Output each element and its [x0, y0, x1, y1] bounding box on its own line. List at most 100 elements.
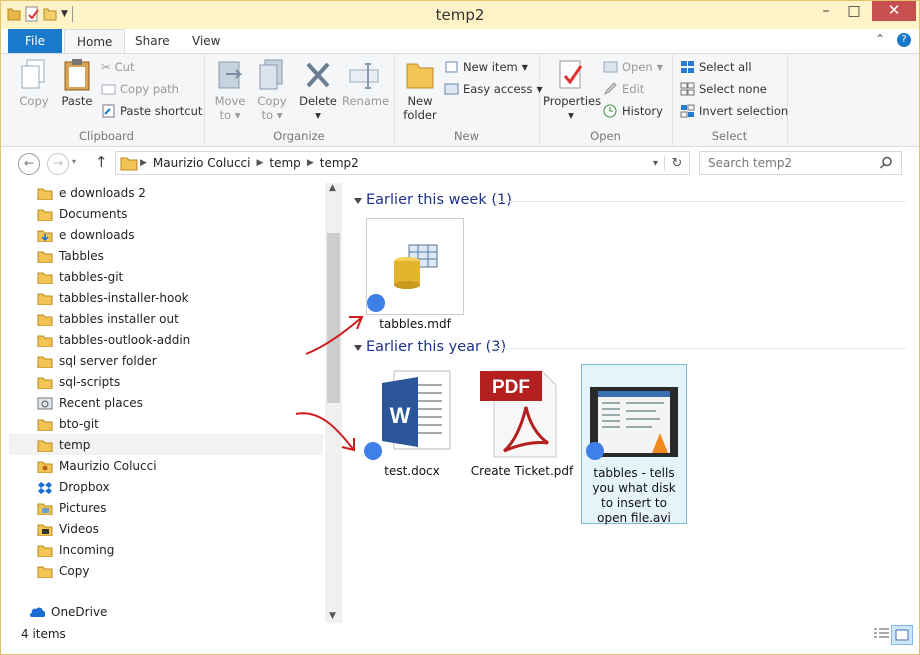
breadcrumb-separator[interactable]: ▶: [138, 158, 149, 168]
search-box[interactable]: Search temp2: [699, 151, 902, 175]
select-all-button[interactable]: Select all: [680, 60, 752, 74]
folder-icon: [37, 293, 53, 305]
up-button[interactable]: ↑: [95, 153, 108, 171]
new-folder-button[interactable]: New folder: [400, 58, 440, 122]
file-tabbles-mdf[interactable]: tabbles.mdf: [363, 218, 467, 331]
file-name: tabbles - tells you what disk to insert …: [592, 466, 676, 525]
rename-button[interactable]: Rename: [342, 58, 390, 108]
scrollbar-thumb[interactable]: [327, 233, 340, 403]
folder-download-icon: [37, 230, 53, 242]
delete-dropdown-icon[interactable]: ▾: [298, 108, 338, 122]
large-icons-view-icon[interactable]: [891, 625, 913, 645]
properties-dropdown-icon[interactable]: ▾: [543, 108, 599, 122]
rename-label: Rename: [342, 94, 390, 108]
tab-home[interactable]: Home: [64, 29, 126, 54]
file-tabbles-avi[interactable]: tabbles - tells you what disk to insert …: [581, 364, 687, 525]
new-item-button[interactable]: New item ▼: [444, 60, 528, 74]
navigation-scrollbar[interactable]: ▲ ▼: [325, 183, 342, 623]
collapse-group-icon[interactable]: [354, 345, 362, 351]
copy-to-label: Copy: [257, 94, 287, 108]
nav-item-tabbles-git[interactable]: tabbles-git: [9, 266, 323, 287]
scroll-up-icon[interactable]: ▲: [329, 183, 336, 193]
breadcrumb-maurizio-colucci[interactable]: Maurizio Colucci: [149, 156, 255, 170]
file-test-docx[interactable]: W test.docx: [360, 367, 464, 478]
refresh-button[interactable]: ↻: [664, 155, 689, 171]
nav-item-tabbles-installer-hook[interactable]: tabbles-installer-hook: [9, 287, 323, 308]
nav-item-e-downloads[interactable]: e downloads: [9, 224, 323, 245]
user-folder-icon: [37, 461, 53, 473]
nav-item-tabbles-installer-out[interactable]: tabbles installer out: [9, 308, 323, 329]
paste-shortcut-label: Paste shortcut: [120, 104, 203, 118]
search-icon[interactable]: [879, 156, 893, 170]
maximize-button[interactable]: □: [841, 1, 867, 23]
nav-item-e-downloads-2[interactable]: e downloads 2: [9, 182, 323, 203]
nav-item-bto-git[interactable]: bto-git: [9, 413, 323, 434]
collapse-ribbon-icon[interactable]: ⌃: [875, 32, 885, 46]
group-header-earlier-this-year[interactable]: Earlier this year (3): [366, 339, 506, 355]
address-bar[interactable]: ▶ Maurizio Colucci ▶ temp ▶ temp2 ▾ ↻: [115, 151, 690, 175]
move-to-button[interactable]: Move to ▾: [210, 58, 250, 122]
forward-button[interactable]: →: [47, 153, 69, 175]
easy-access-icon: [444, 83, 459, 95]
delete-button[interactable]: Delete ▾: [298, 58, 338, 122]
nav-item-videos[interactable]: Videos: [9, 518, 323, 539]
open-button[interactable]: Open ▼: [603, 60, 663, 74]
file-name: test.docx: [384, 464, 440, 478]
copy-button[interactable]: Copy: [15, 58, 53, 108]
file-create-ticket-pdf[interactable]: PDF Create Ticket.pdf: [470, 367, 574, 478]
nav-item-dropbox[interactable]: Dropbox: [9, 476, 323, 497]
open-dropdown-icon: ▼: [656, 62, 663, 72]
move-to-icon: [218, 61, 243, 89]
nav-item-copy[interactable]: Copy: [9, 560, 323, 581]
group-header-earlier-this-week[interactable]: Earlier this week (1): [366, 192, 512, 208]
cut-button[interactable]: ✂ Cut: [101, 60, 134, 74]
address-dropdown-icon[interactable]: ▾: [653, 158, 664, 169]
pdf-badge-text: PDF: [492, 377, 530, 398]
window-title: temp2: [435, 6, 485, 24]
nav-item-recent-places[interactable]: Recent places: [9, 392, 323, 413]
recent-locations-icon[interactable]: ▾: [72, 157, 76, 166]
breadcrumb-temp[interactable]: temp: [265, 156, 304, 170]
collapse-group-icon[interactable]: [354, 198, 362, 204]
copy-to-button[interactable]: Copy to ▾: [252, 58, 292, 122]
back-button[interactable]: ←: [18, 153, 40, 175]
minimize-button[interactable]: –: [813, 1, 839, 23]
search-input[interactable]: Search temp2: [708, 156, 792, 170]
help-icon[interactable]: ?: [897, 33, 911, 47]
sync-status-icon: [586, 442, 604, 460]
copy-path-button[interactable]: Copy path: [101, 82, 179, 96]
paste-shortcut-button[interactable]: Paste shortcut: [101, 104, 202, 118]
nav-item-label: sql-scripts: [59, 374, 121, 389]
nav-item-tabbles[interactable]: Tabbles: [9, 245, 323, 266]
tab-share[interactable]: Share: [123, 29, 182, 53]
breadcrumb-separator[interactable]: ▶: [254, 158, 265, 168]
nav-item-sql-scripts[interactable]: sql-scripts: [9, 371, 323, 392]
nav-item-tabbles-outlook-addin[interactable]: tabbles-outlook-addin: [9, 329, 323, 350]
scroll-down-icon[interactable]: ▼: [329, 611, 336, 621]
edit-button[interactable]: Edit: [603, 82, 644, 96]
nav-item-onedrive[interactable]: OneDrive: [9, 601, 323, 622]
select-none-button[interactable]: Select none: [680, 82, 767, 96]
nav-item-temp[interactable]: temp: [9, 434, 323, 455]
properties-button[interactable]: Properties ▾: [543, 58, 602, 122]
nav-item-label: Incoming: [59, 542, 115, 557]
nav-item-incoming[interactable]: Incoming: [9, 539, 323, 560]
file-list: Earlier this week (1) tabbles.mdf Earlie…: [346, 181, 919, 621]
details-view-icon[interactable]: [871, 625, 891, 643]
paste-button[interactable]: Paste: [57, 58, 97, 108]
cut-label: Cut: [114, 60, 135, 74]
properties-label: Properties: [543, 94, 602, 108]
recent-places-icon: [37, 397, 53, 409]
tab-view[interactable]: View: [180, 29, 232, 53]
nav-item-documents[interactable]: Documents: [9, 203, 323, 224]
nav-item-maurizio-colucci[interactable]: Maurizio Colucci: [9, 455, 323, 476]
easy-access-button[interactable]: Easy access ▼: [444, 82, 543, 96]
history-button[interactable]: History: [603, 104, 663, 118]
invert-selection-button[interactable]: Invert selection: [680, 104, 788, 118]
nav-item-sql-server-folder[interactable]: sql server folder: [9, 350, 323, 371]
tab-file[interactable]: File: [8, 29, 62, 53]
close-button[interactable]: ✕: [872, 1, 916, 21]
breadcrumb-temp2[interactable]: temp2: [316, 156, 363, 170]
breadcrumb-separator[interactable]: ▶: [305, 158, 316, 168]
nav-item-pictures[interactable]: Pictures: [9, 497, 323, 518]
